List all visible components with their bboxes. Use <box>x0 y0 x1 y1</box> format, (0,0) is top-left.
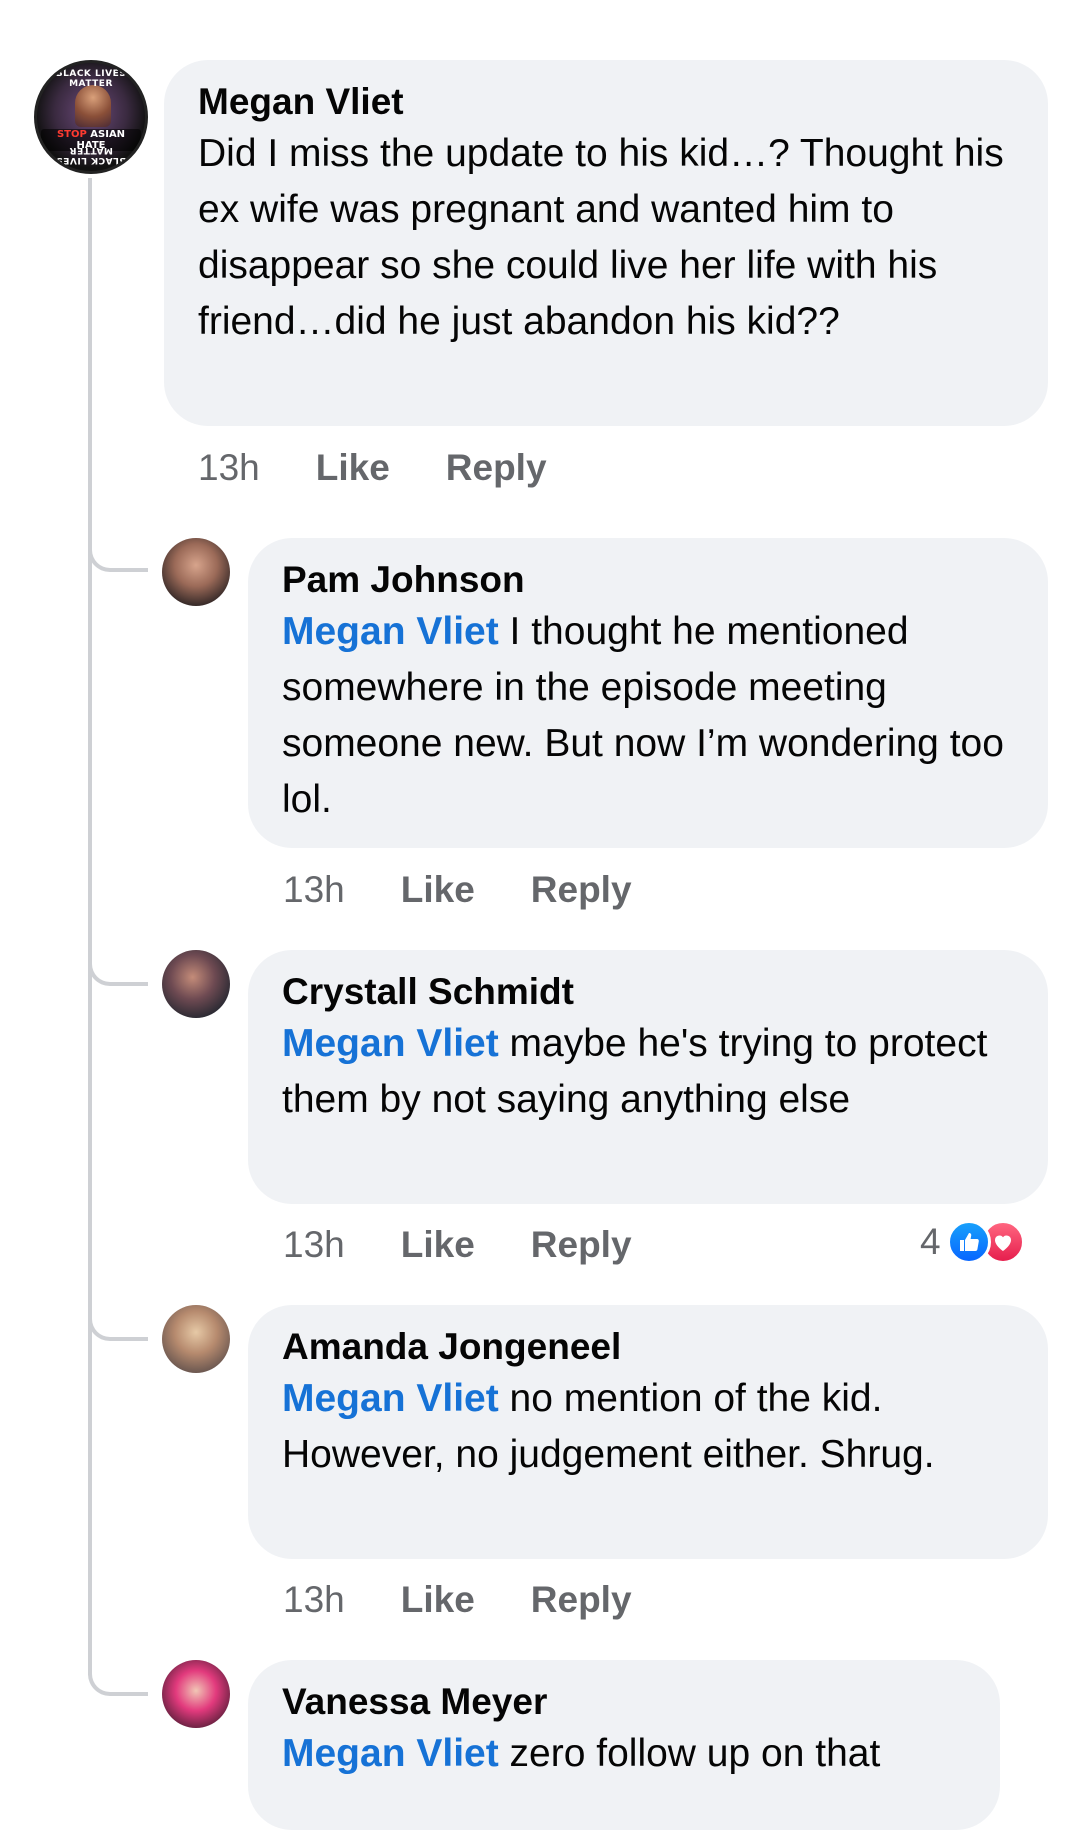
thread-line <box>88 178 92 1678</box>
thread-connector <box>88 946 148 986</box>
reply-timestamp[interactable]: 13h <box>283 1223 345 1267</box>
like-button[interactable]: Like <box>316 446 390 490</box>
reply-actions: 13h Like Reply <box>283 1223 632 1267</box>
reply-button[interactable]: Reply <box>531 1578 632 1622</box>
heart-icon <box>994 1235 1011 1251</box>
avatar-ring-text: BLACK LIVES MATTER <box>55 69 127 89</box>
thread-connector <box>88 532 148 572</box>
thumbs-up-icon <box>959 1233 979 1251</box>
like-button[interactable]: Like <box>401 1578 475 1622</box>
avatar-vanessa-meyer[interactable] <box>162 1660 230 1728</box>
avatar-center-red: STOP <box>56 129 87 140</box>
mention-link[interactable]: Megan Vliet <box>282 1022 499 1065</box>
comment-text: Did I miss the update to his kid…? Thoug… <box>198 132 1004 343</box>
reply-bubble: Crystall Schmidt Megan Vliet maybe he's … <box>248 950 1048 1204</box>
mention-link[interactable]: Megan Vliet <box>282 610 499 653</box>
avatar-megan-vliet[interactable]: BLACK LIVES MATTER STOP ASIAN HATE BLACK… <box>34 60 148 174</box>
avatar-amanda-jongeneel[interactable] <box>162 1305 230 1373</box>
reply-author[interactable]: Vanessa Meyer <box>282 1678 966 1726</box>
reply-timestamp[interactable]: 13h <box>283 868 345 912</box>
comment-timestamp[interactable]: 13h <box>198 446 260 490</box>
reply-timestamp[interactable]: 13h <box>283 1578 345 1622</box>
reply-button[interactable]: Reply <box>446 446 547 490</box>
reply-actions: 13h Like Reply <box>283 868 632 912</box>
avatar-pam-johnson[interactable] <box>162 538 230 606</box>
reply-text: Megan Vliet no mention of the kid. Howev… <box>282 1371 1014 1483</box>
reaction-count: 4 <box>920 1221 941 1262</box>
comment-actions: 13h Like Reply <box>198 446 547 490</box>
reply-actions: 13h Like Reply <box>283 1578 632 1622</box>
reply-text: Megan Vliet zero follow up on that <box>282 1726 966 1782</box>
reaction-summary[interactable]: 4 <box>920 1220 1025 1264</box>
reply-button[interactable]: Reply <box>531 1223 632 1267</box>
reply-author[interactable]: Amanda Jongeneel <box>282 1323 1014 1371</box>
mention-link[interactable]: Megan Vliet <box>282 1377 499 1420</box>
like-button[interactable]: Like <box>401 1223 475 1267</box>
mention-link[interactable]: Megan Vliet <box>282 1732 499 1775</box>
like-reaction-icon <box>946 1220 991 1264</box>
reply-body: zero follow up on that <box>498 1732 881 1775</box>
reply-bubble: Amanda Jongeneel Megan Vliet no mention … <box>248 1305 1048 1559</box>
comment-bubble: Megan Vliet Did I miss the update to his… <box>164 60 1048 426</box>
reply-text: Megan Vliet I thought he mentioned somew… <box>282 604 1014 828</box>
avatar-ring-text-bottom: BLACK LIVES MATTER <box>55 145 127 165</box>
reply-author[interactable]: Pam Johnson <box>282 556 1014 604</box>
comment-thread: BLACK LIVES MATTER STOP ASIAN HATE BLACK… <box>0 0 1080 1830</box>
reply-text: Megan Vliet maybe he's trying to protect… <box>282 1016 1014 1128</box>
thread-connector <box>88 1656 148 1696</box>
profile-figure <box>75 85 111 127</box>
like-button[interactable]: Like <box>401 868 475 912</box>
reply-bubble: Pam Johnson Megan Vliet I thought he men… <box>248 538 1048 848</box>
thread-connector <box>88 1301 148 1341</box>
reply-author[interactable]: Crystall Schmidt <box>282 968 1014 1016</box>
comment-author[interactable]: Megan Vliet <box>198 78 1014 126</box>
reply-bubble: Vanessa Meyer Megan Vliet zero follow up… <box>248 1660 1000 1830</box>
avatar-crystall-schmidt[interactable] <box>162 950 230 1018</box>
reply-button[interactable]: Reply <box>531 868 632 912</box>
